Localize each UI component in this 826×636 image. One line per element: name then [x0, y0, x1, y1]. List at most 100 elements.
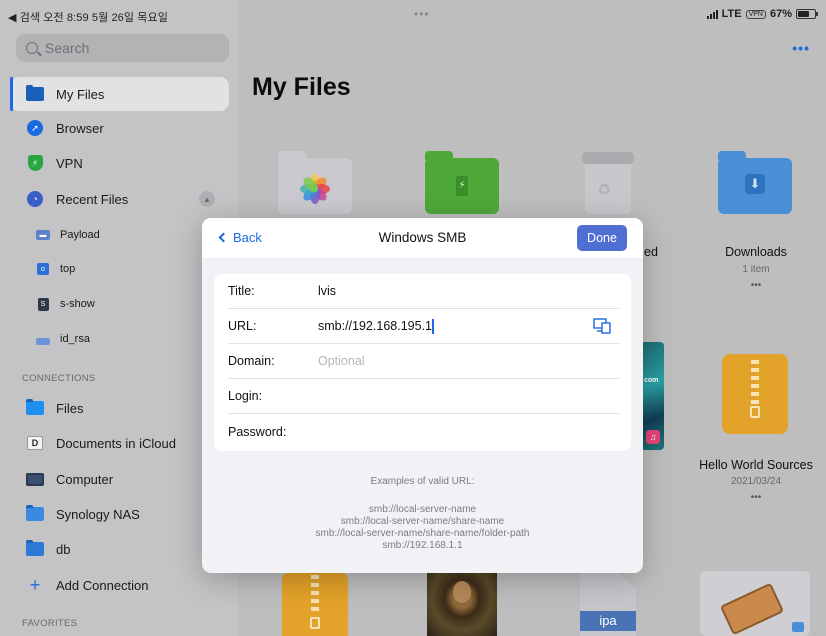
hello-world-more-button[interactable]: •••	[686, 492, 826, 503]
plus-icon: +	[29, 575, 41, 595]
doc-icon: S	[36, 297, 50, 311]
bolt-icon: ⚡	[456, 176, 468, 196]
media-thumbnail-text: com	[644, 377, 659, 384]
zip-archive-icon[interactable]	[722, 354, 788, 434]
server-icon	[26, 540, 44, 557]
battery-icon	[796, 9, 818, 19]
status-left-text[interactable]: ◀ 검색 오전 8:59 5월 26일 목요일	[8, 9, 168, 25]
sidebar-item-browser[interactable]: ➚ Browser	[10, 111, 229, 145]
sidebar-item-vpn[interactable]: ⚡ VPN	[10, 146, 229, 180]
recent-item-s-show[interactable]: S s-show	[10, 287, 229, 321]
domain-field[interactable]	[318, 354, 578, 368]
documents-icon: D	[26, 435, 44, 451]
connection-label: Files	[56, 400, 84, 416]
downloads-meta: 1 item	[742, 264, 770, 275]
connection-label: db	[56, 541, 71, 557]
url-field[interactable]: smb://192.168.195.1	[318, 318, 578, 334]
folder-icon	[26, 85, 44, 102]
recent-item-top[interactable]: o top	[10, 252, 229, 286]
vpn-badge: VPN	[745, 9, 766, 19]
connection-db[interactable]: db	[10, 532, 229, 566]
login-field[interactable]	[318, 389, 578, 403]
status-right: LTE VPN 67%	[706, 8, 818, 20]
password-label: Password:	[228, 424, 287, 439]
example-url: smb://local-server-name/share-name	[340, 516, 505, 527]
multitasking-dots[interactable]: •••	[414, 7, 430, 21]
photos-icon	[300, 174, 330, 204]
recent-item-payload[interactable]: ▬ Payload	[10, 218, 229, 252]
sidebar-item-label: My Files	[56, 86, 105, 102]
computer-icon	[26, 471, 44, 487]
examples-header: Examples of valid URL:	[370, 476, 475, 487]
domain-label: Domain:	[228, 354, 275, 368]
recent-item-label: s-show	[60, 298, 95, 310]
done-button[interactable]: Done	[577, 225, 627, 251]
nas-icon	[26, 505, 44, 522]
connection-label: Documents in iCloud	[56, 435, 176, 451]
green-folder[interactable]: ⚡	[425, 151, 499, 214]
sidebar-item-my-files[interactable]: My Files	[10, 77, 229, 111]
ipa-file-icon[interactable]: ipa	[580, 573, 636, 636]
box-archive-icon	[719, 582, 785, 636]
password-field[interactable]	[318, 424, 578, 439]
partial-folder-label: ed	[644, 245, 658, 259]
box-archive-tile[interactable]	[700, 571, 810, 636]
add-connection-button[interactable]: + Add Connection	[10, 568, 229, 602]
recent-item-id-rsa[interactable]: id_rsa	[10, 322, 229, 356]
favorites-header: FAVORITES	[22, 618, 78, 629]
more-options-button[interactable]: •••	[792, 40, 810, 56]
login-row: Login:	[228, 379, 619, 414]
recent-item-label: top	[60, 263, 76, 275]
title-field[interactable]	[318, 284, 578, 298]
example-url: smb://local-server-name	[368, 504, 477, 515]
domain-row: Domain:	[228, 344, 619, 379]
sidebar-item-label: Browser	[56, 120, 104, 136]
sidebar-item-recent-files[interactable]: ◔ Recent Files ▲	[10, 182, 229, 216]
status-bar: ◀ 검색 오전 8:59 5월 26일 목요일 ••• LTE VPN 67%	[0, 0, 826, 30]
url-label: URL:	[228, 319, 257, 333]
sidebar-item-label: VPN	[56, 155, 83, 171]
carrier-label: LTE	[721, 8, 742, 20]
network-browse-icon[interactable]	[593, 318, 611, 334]
file-icon: o	[36, 263, 50, 275]
downloads-folder[interactable]: ⬇	[718, 151, 792, 214]
clock-icon: ◔	[26, 191, 44, 207]
search-icon	[26, 42, 38, 54]
page-title: My Files	[252, 73, 351, 101]
hello-world-label: Hello World Sources	[699, 458, 813, 472]
search-input[interactable]	[45, 40, 215, 56]
password-row: Password:	[228, 414, 619, 449]
downloads-more-button[interactable]: •••	[696, 280, 816, 291]
connection-label: Computer	[56, 471, 114, 487]
title-row: Title:	[228, 274, 619, 309]
url-value: smb://192.168.195.1	[318, 319, 432, 333]
example-url: smb://192.168.1.1	[382, 540, 463, 551]
title-label: Title:	[228, 284, 255, 298]
photos-folder[interactable]	[278, 151, 352, 214]
recent-item-label: Payload	[60, 229, 100, 241]
connection-documents-icloud[interactable]: D Documents in iCloud	[10, 426, 229, 460]
url-row: URL: smb://192.168.195.1	[228, 309, 619, 344]
music-icon: ♫	[646, 430, 660, 444]
chevron-up-icon[interactable]: ▲	[199, 191, 215, 207]
sidebar-item-label: Recent Files	[56, 191, 129, 207]
login-label: Login:	[228, 389, 263, 403]
trash-icon[interactable]: ♻	[580, 152, 636, 216]
connection-computer[interactable]: Computer	[10, 462, 229, 496]
connection-synology-nas[interactable]: Synology NAS	[10, 497, 229, 531]
drive-icon: ▬	[36, 229, 50, 241]
connections-header: CONNECTIONS	[22, 373, 96, 384]
zip-archive-icon-2[interactable]	[282, 573, 348, 636]
connection-label: Synology NAS	[56, 506, 140, 522]
example-url: smb://local-server-name/share-name/folde…	[315, 528, 530, 539]
connection-files[interactable]: Files	[10, 391, 229, 425]
connection-form: Title: URL: smb://192.168.195.1 Domain: …	[214, 274, 631, 451]
shield-icon: ⚡	[26, 155, 44, 171]
signal-icon	[706, 9, 718, 19]
ipa-label: ipa	[580, 611, 636, 631]
media-thumbnail[interactable]: com ♫	[642, 342, 664, 450]
mona-lisa-thumbnail[interactable]	[427, 573, 497, 636]
hello-world-meta: 2021/03/24	[730, 476, 782, 487]
recent-item-label: id_rsa	[60, 333, 90, 345]
search-bar[interactable]	[16, 34, 229, 62]
